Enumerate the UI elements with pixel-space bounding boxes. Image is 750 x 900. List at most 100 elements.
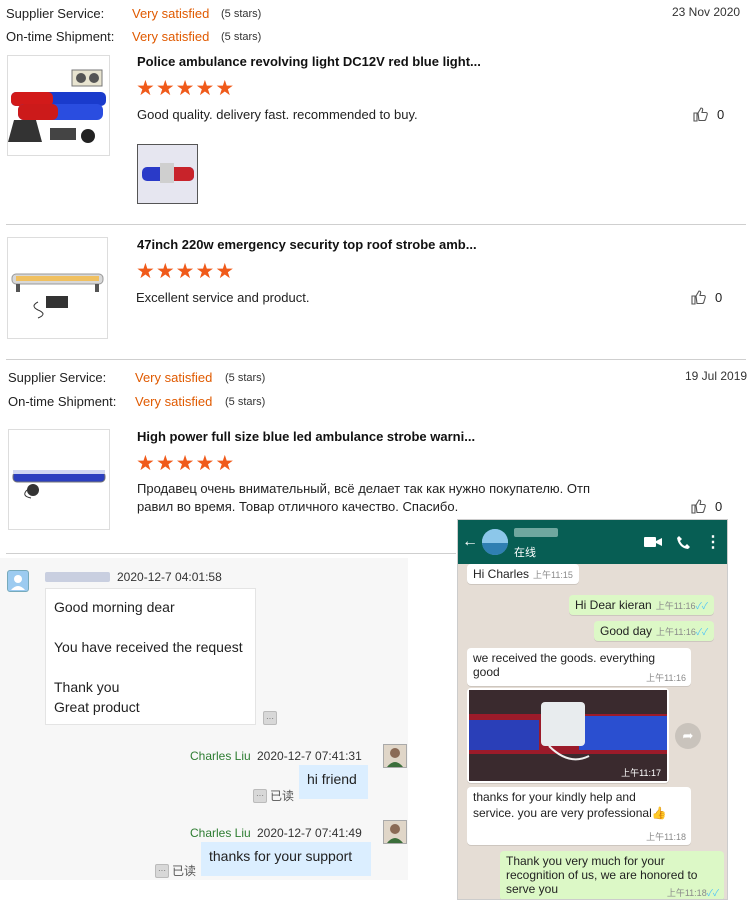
- star-icon: ★: [136, 260, 156, 283]
- star-icon: ★: [195, 260, 216, 283]
- shipment-value: Very satisfied: [135, 394, 213, 409]
- supplier-service-value: Very satisfied: [135, 370, 213, 385]
- read-ticks-icon: ✓✓: [695, 601, 708, 611]
- more-icon[interactable]: ···: [253, 788, 267, 803]
- supplier-service-label: Supplier Service:: [6, 6, 105, 21]
- shipment-label: On-time Shipment:: [6, 29, 115, 44]
- contact-avatar[interactable]: [482, 529, 508, 555]
- beach-photo-icon: [482, 529, 508, 555]
- whatsapp-header: ← 在线 ⋮: [458, 520, 727, 564]
- product-thumbnail[interactable]: [8, 429, 110, 530]
- buyer-message: Good morning dear You have received the …: [45, 588, 256, 725]
- seller-avatar[interactable]: [383, 820, 407, 844]
- product-title[interactable]: High power full size blue led ambulance …: [137, 429, 475, 444]
- divider: [6, 553, 456, 554]
- supplier-stars-count: (5 stars): [221, 8, 262, 20]
- seller-message: thanks for your support: [201, 842, 371, 876]
- message-text-line1: we received the goods. everything: [473, 651, 656, 665]
- product-thumbnail[interactable]: [7, 55, 110, 156]
- more-icon[interactable]: ···: [155, 863, 169, 878]
- like-counter[interactable]: 0: [690, 289, 722, 306]
- star-icon: ★: [155, 77, 176, 100]
- message-text: service. you are very professional: [473, 806, 652, 820]
- buyer-avatar[interactable]: [7, 570, 29, 592]
- message-time: 上午11:15: [533, 570, 573, 580]
- message-time: 上午11:16: [655, 601, 696, 611]
- review-photo[interactable]: [137, 144, 198, 204]
- read-ticks-icon: ✓✓: [695, 627, 709, 637]
- product-title[interactable]: Police ambulance revolving light DC12V r…: [137, 54, 481, 69]
- star-icon: ★: [215, 77, 236, 100]
- user-photo-icon: [387, 824, 403, 843]
- star-icon: ★: [175, 260, 196, 283]
- review-text: Excellent service and product.: [136, 290, 310, 305]
- message-text: hi friend: [307, 771, 357, 787]
- star-icon: ★: [195, 77, 216, 100]
- like-count: 0: [717, 107, 725, 122]
- divider: [6, 359, 746, 360]
- message-line: Thank you: [54, 679, 120, 695]
- forward-icon[interactable]: ➦: [675, 723, 701, 749]
- read-label: 已读: [270, 789, 295, 803]
- user-icon: [11, 575, 25, 590]
- phone-icon[interactable]: [676, 535, 691, 550]
- message-line: You have received the request: [54, 639, 243, 655]
- like-counter[interactable]: 0: [690, 498, 722, 515]
- read-ticks-icon: ✓✓: [706, 888, 719, 898]
- star-icon: ★: [175, 452, 196, 475]
- like-counter[interactable]: 0: [692, 106, 724, 123]
- thumbs-up-emoji-icon: 👍: [651, 806, 667, 820]
- police-lightbar-image: [8, 69, 106, 143]
- message-time: 2020-12-7 07:41:31: [257, 749, 362, 763]
- blurred-buyer-name: [45, 572, 110, 582]
- outgoing-message: Hi Dear kieran 上午11:16✓✓: [569, 595, 714, 615]
- user-photo-icon: [387, 748, 403, 767]
- message-text-line2: recognition of us, we are honored to: [506, 868, 698, 882]
- seller-avatar[interactable]: [383, 744, 407, 768]
- incoming-message: we received the goods. everything good 上…: [467, 648, 691, 686]
- read-status: ··· 已读: [155, 862, 196, 879]
- message-text: thanks for your support: [209, 848, 353, 864]
- lightbar-photo-image: [138, 145, 197, 203]
- more-icon[interactable]: ···: [263, 711, 277, 725]
- message-time: 上午11:18: [666, 888, 707, 898]
- read-label: 已读: [172, 864, 197, 878]
- rating-stars: ★★★★★: [136, 261, 235, 283]
- blue-lightbar-image: [12, 470, 106, 499]
- incoming-message: thanks for your kindly help and service.…: [467, 787, 691, 845]
- message-line: Great product: [54, 699, 140, 715]
- incoming-photo-message[interactable]: 上午11:17: [467, 688, 669, 783]
- whatsapp-screenshot: ← 在线 ⋮ Hi Charles 上午11:15 Hi Dear kieran 上…: [457, 519, 728, 900]
- video-call-icon[interactable]: [644, 535, 662, 549]
- message-time: 上午11:16: [656, 627, 696, 637]
- supplier-service-label: Supplier Service:: [8, 370, 107, 385]
- star-icon: ★: [155, 260, 176, 283]
- product-title[interactable]: 47inch 220w emergency security top roof …: [137, 237, 477, 252]
- message-text-line1: thanks for your kindly help and: [473, 790, 636, 804]
- message-time: 上午11:18: [646, 832, 686, 842]
- more-vertical-icon[interactable]: ⋮: [705, 532, 721, 552]
- online-status: 在线: [514, 547, 536, 559]
- message-time: 2020-12-7 04:01:58: [117, 570, 222, 584]
- like-count: 0: [715, 290, 723, 305]
- star-icon: ★: [136, 452, 156, 475]
- thumbs-up-icon[interactable]: [690, 498, 707, 515]
- message-meta: 上午11:18✓✓: [663, 885, 719, 899]
- thumbs-up-icon[interactable]: [692, 106, 709, 123]
- outgoing-message: Thank you very much for your recognition…: [500, 851, 724, 899]
- review-date: 23 Nov 2020: [672, 5, 741, 19]
- strobe-lightbar-image: [11, 273, 104, 319]
- product-thumbnail[interactable]: [7, 237, 108, 339]
- thumbs-up-icon[interactable]: [690, 289, 707, 306]
- star-icon: ★: [175, 77, 196, 100]
- message-text: Hi Charles: [473, 567, 530, 581]
- divider: [6, 224, 746, 225]
- sender-name: Charles Liu: [190, 826, 251, 840]
- review-text-line1: Продавец очень внимательный, всё делает …: [137, 481, 591, 496]
- back-arrow-icon[interactable]: ←: [462, 533, 478, 551]
- shipment-stars-count: (5 stars): [221, 31, 262, 43]
- supplier-service-value: Very satisfied: [132, 6, 210, 21]
- star-icon: ★: [136, 77, 156, 100]
- read-status: ··· 已读: [253, 787, 294, 804]
- message-time: 上午11:16: [646, 673, 686, 683]
